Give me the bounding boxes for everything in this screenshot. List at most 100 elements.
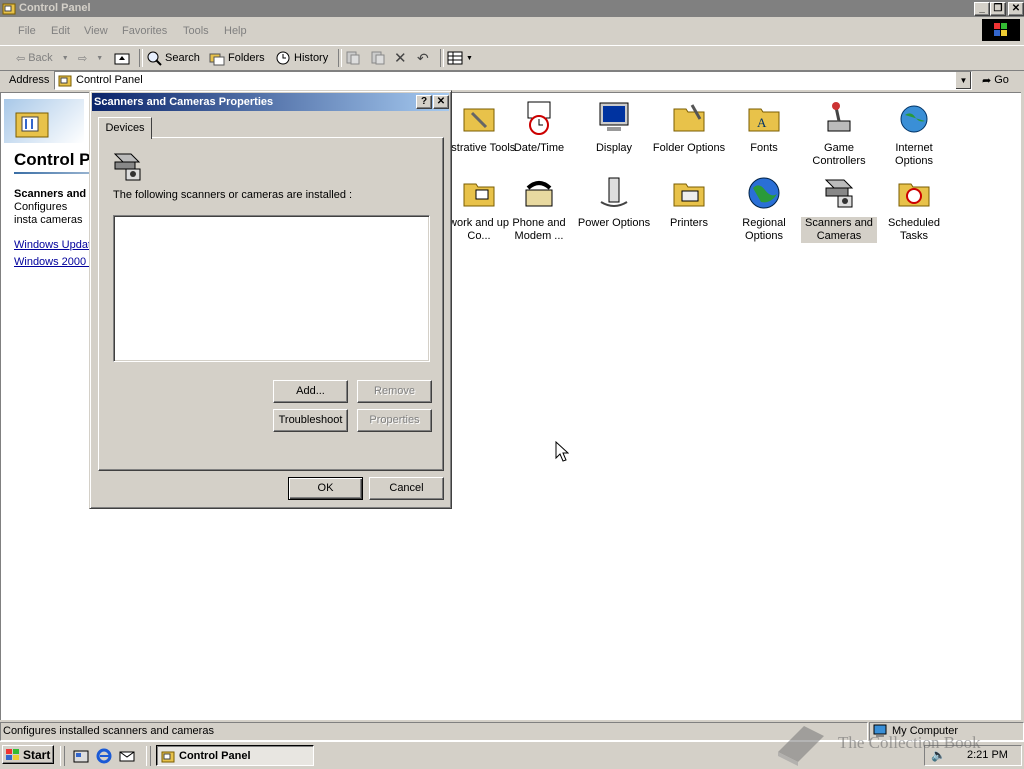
regional-options-icon xyxy=(747,176,781,210)
help-button[interactable]: ? xyxy=(416,95,432,109)
search-icon xyxy=(147,51,162,66)
icon-internet-options[interactable]: Internet Options xyxy=(876,101,952,168)
icon-display[interactable]: Display xyxy=(576,101,652,155)
watermark-text: The Collection Book xyxy=(838,733,981,752)
display-icon xyxy=(597,101,631,135)
history-button[interactable]: History xyxy=(275,50,328,66)
show-desktop-icon[interactable] xyxy=(73,748,89,764)
add-button[interactable]: Add... xyxy=(273,380,348,403)
window-titlebar[interactable]: Control Panel _ ❐ ✕ xyxy=(0,0,1024,17)
back-dropdown-icon: ▼ xyxy=(61,54,69,62)
minimize-button[interactable]: _ xyxy=(974,2,990,16)
admin-tools-icon xyxy=(462,101,496,135)
game-controllers-icon xyxy=(822,101,856,135)
internet-options-icon xyxy=(897,101,931,135)
icon-power-options[interactable]: Power Options xyxy=(576,176,652,230)
icon-regional-options[interactable]: Regional Options xyxy=(726,176,802,243)
views-dropdown-icon: ▼ xyxy=(466,54,473,62)
folders-button[interactable]: Folders xyxy=(209,50,265,66)
go-button[interactable]: ➦ Go xyxy=(982,72,1009,88)
selected-item-title: Scanners and xyxy=(14,188,87,200)
scanners-cameras-properties-dialog: Scanners and Cameras Properties ? ✕ The … xyxy=(89,90,452,509)
installed-devices-label: The following scanners or cameras are in… xyxy=(113,189,353,201)
power-options-icon xyxy=(597,176,631,210)
search-button[interactable]: Search xyxy=(146,50,200,66)
menu-help[interactable]: Help xyxy=(224,25,247,37)
taskbar-control-panel-button[interactable]: Control Panel xyxy=(156,745,314,766)
properties-button[interactable]: Properties xyxy=(357,409,432,432)
address-value: Control Panel xyxy=(76,74,143,86)
windows-update-link[interactable]: Windows Updat xyxy=(14,239,91,251)
folder-options-icon xyxy=(672,101,706,135)
menu-tools[interactable]: Tools xyxy=(183,25,209,37)
copy-to-icon xyxy=(371,51,385,65)
dialog-title: Scanners and Cameras Properties xyxy=(94,96,274,108)
menu-view[interactable]: View xyxy=(84,25,108,37)
control-panel-icon xyxy=(161,751,175,762)
folders-icon xyxy=(209,53,225,66)
icon-fonts[interactable]: A Fonts xyxy=(726,101,802,155)
move-to-button[interactable] xyxy=(345,50,361,66)
outlook-express-icon[interactable] xyxy=(119,748,135,764)
selected-item-description: Configures insta cameras xyxy=(14,201,83,226)
undo-icon: ↶ xyxy=(417,49,429,66)
address-bar: Address Control Panel ▼ ➦ Go xyxy=(0,70,1024,91)
scanner-camera-device-icon xyxy=(113,153,141,181)
standard-toolbar: ⇦ Back ▼ ⇨ ▼ Search Folders History ✕ ↶ … xyxy=(0,45,1024,71)
left-pane-title: Control P xyxy=(14,150,91,169)
control-panel-icon xyxy=(58,75,72,87)
address-field[interactable]: Control Panel ▼ xyxy=(54,71,972,90)
forward-button[interactable]: ⇨ ▼ xyxy=(78,50,103,66)
menu-bar: File Edit View Favorites Tools Help xyxy=(0,18,1024,45)
devices-listbox[interactable] xyxy=(113,215,430,362)
icon-printers[interactable]: Printers xyxy=(651,176,727,230)
copy-to-button[interactable] xyxy=(370,50,386,66)
devices-tab-panel: The following scanners or cameras are in… xyxy=(98,137,444,471)
views-icon xyxy=(447,51,463,65)
forward-arrow-icon: ⇨ xyxy=(78,52,88,65)
history-icon xyxy=(276,51,290,65)
control-panel-large-icon xyxy=(15,112,49,138)
dialog-close-button[interactable]: ✕ xyxy=(433,95,449,109)
icon-scheduled-tasks[interactable]: Scheduled Tasks xyxy=(876,176,952,243)
phone-modem-icon xyxy=(522,176,556,210)
restore-button[interactable]: ❐ xyxy=(990,2,1006,16)
dialog-titlebar[interactable]: Scanners and Cameras Properties ? ✕ xyxy=(92,93,449,111)
status-text-panel: Configures installed scanners and camera… xyxy=(0,722,868,741)
menu-file[interactable]: File xyxy=(18,25,36,37)
views-button[interactable]: ▼ xyxy=(447,50,473,66)
delete-button[interactable]: ✕ xyxy=(394,50,407,67)
fonts-icon: A xyxy=(747,101,781,135)
forward-dropdown-icon: ▼ xyxy=(96,54,104,62)
up-folder-button[interactable] xyxy=(114,50,130,66)
move-to-icon xyxy=(346,51,360,65)
close-button[interactable]: ✕ xyxy=(1008,2,1024,16)
date-time-icon xyxy=(522,101,556,135)
windows-2000-support-link[interactable]: Windows 2000 : xyxy=(14,256,92,268)
control-panel-icon xyxy=(2,1,16,15)
icon-date-time[interactable]: Date/Time xyxy=(501,101,577,155)
address-dropdown-button[interactable]: ▼ xyxy=(955,72,971,89)
scanners-cameras-icon xyxy=(822,176,856,210)
delete-icon: ✕ xyxy=(394,50,407,67)
back-arrow-icon: ⇦ xyxy=(16,52,26,65)
icon-game-controllers[interactable]: Game Controllers xyxy=(801,101,877,168)
ok-button[interactable]: OK xyxy=(288,477,363,500)
icon-folder-options[interactable]: Folder Options xyxy=(651,101,727,155)
menu-favorites[interactable]: Favorites xyxy=(122,25,167,37)
tab-devices[interactable]: Devices xyxy=(98,117,152,139)
cancel-button[interactable]: Cancel xyxy=(369,477,444,500)
start-button[interactable]: Start xyxy=(2,745,54,764)
troubleshoot-button[interactable]: Troubleshoot xyxy=(273,409,348,432)
undo-button[interactable]: ↶ xyxy=(417,50,429,66)
icon-scanners-cameras[interactable]: Scanners and Cameras xyxy=(801,176,877,243)
internet-explorer-icon[interactable] xyxy=(96,748,112,764)
book-logo-icon xyxy=(778,726,824,766)
windows-flag-icon xyxy=(6,748,19,760)
mouse-cursor-icon xyxy=(555,441,569,462)
remove-button[interactable]: Remove xyxy=(357,380,432,403)
back-button[interactable]: ⇦ Back ▼ xyxy=(16,50,69,66)
icon-phone-modem[interactable]: Phone and Modem ... xyxy=(501,176,577,243)
menu-edit[interactable]: Edit xyxy=(51,25,70,37)
address-label: Address xyxy=(9,74,50,86)
